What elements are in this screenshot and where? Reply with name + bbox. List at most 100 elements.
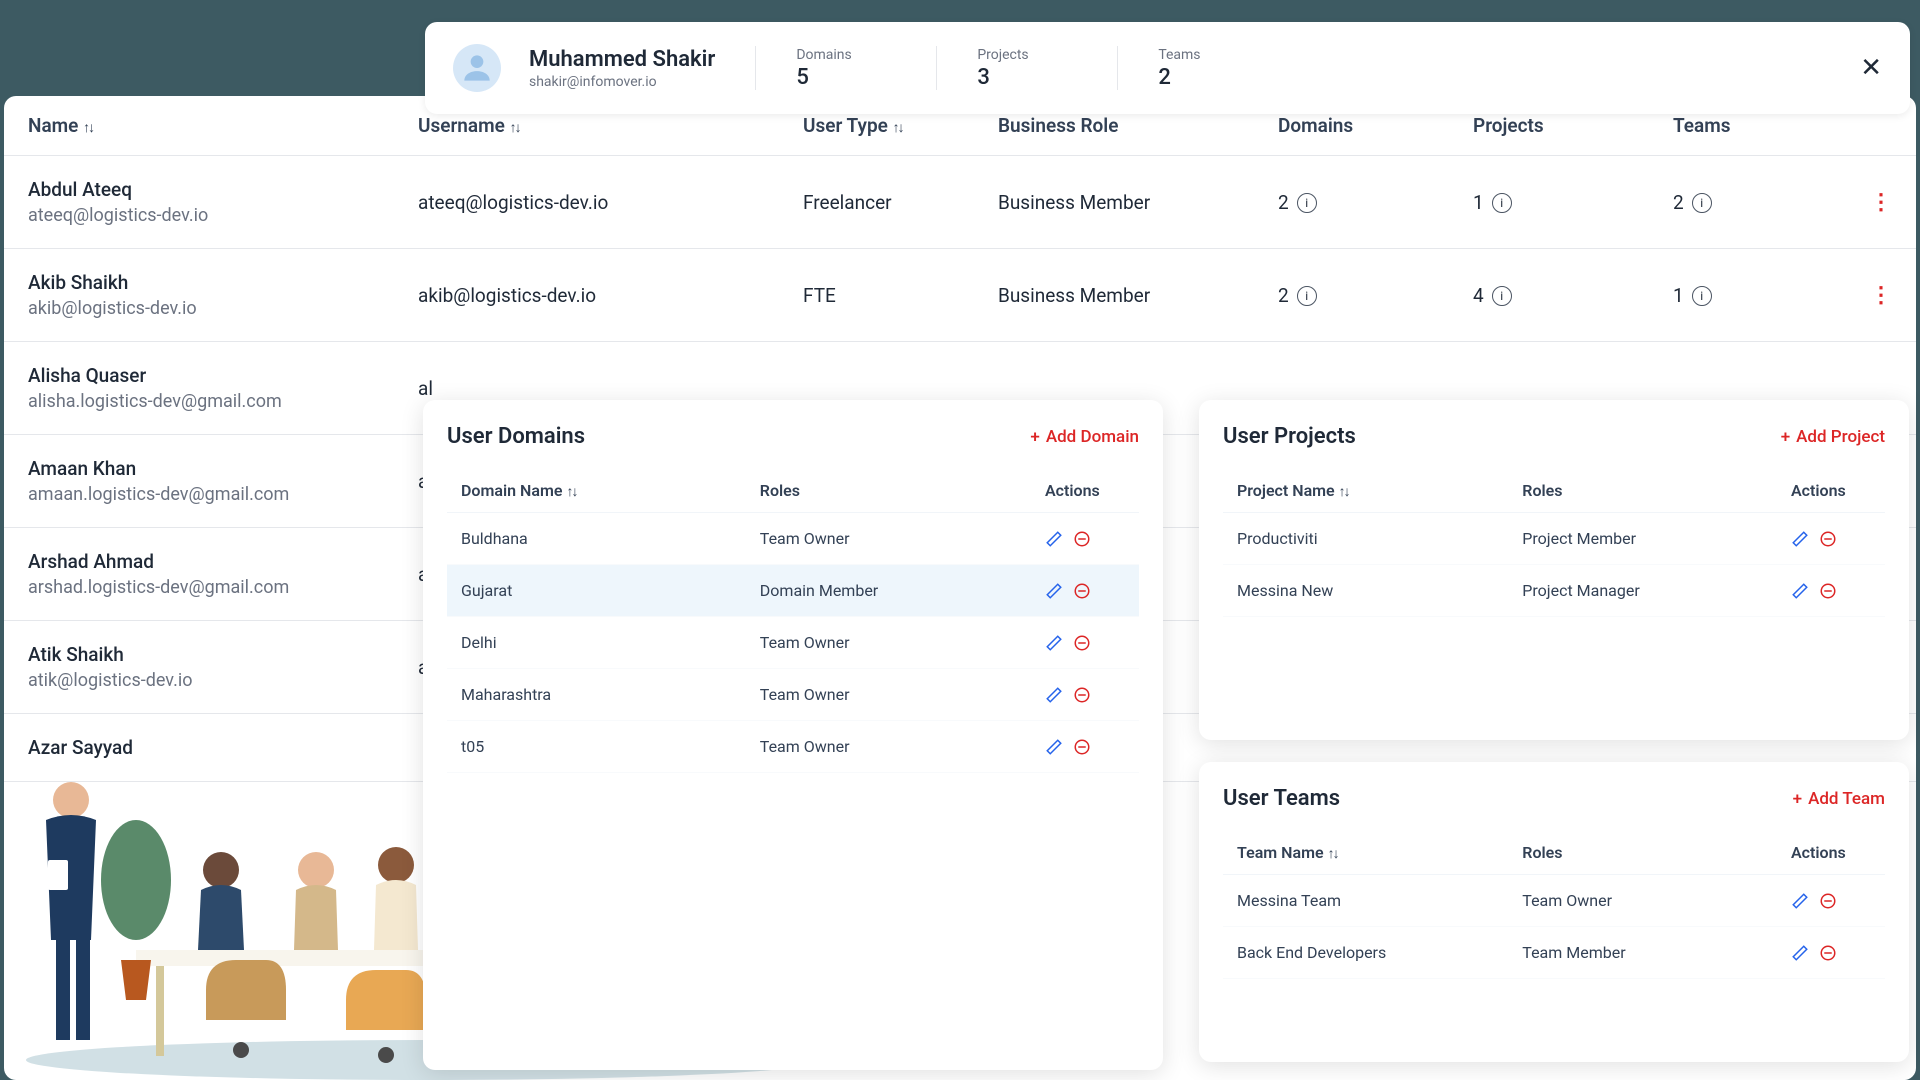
kebab-icon[interactable]: ⋮ [1870,190,1892,215]
panel-row[interactable]: Buldhana Team Owner [447,513,1139,565]
user-detail-header: Muhammed Shakir shakir@infomover.io Doma… [425,22,1910,114]
cell-domains: 2i [1278,284,1473,307]
col-header-name[interactable]: Name ↑↓ [28,114,418,137]
remove-icon[interactable] [1819,530,1837,548]
stat-teams: Teams 2 [1158,47,1258,90]
cell-panel-role: Domain Member [760,581,1045,600]
sort-icon[interactable]: ↑↓ [510,119,520,136]
remove-icon[interactable] [1819,944,1837,962]
add-domain-button[interactable]: + Add Domain [1030,427,1139,447]
cell-panel-role: Team Owner [1522,891,1791,910]
remove-icon[interactable] [1073,738,1091,756]
cell-panel-name: Messina New [1237,581,1522,600]
projects-table-header: Project Name ↑↓ Roles Actions [1223,469,1885,513]
stat-domains: Domains 5 [796,47,896,90]
cell-panel-actions [1791,892,1871,910]
edit-icon[interactable] [1045,582,1063,600]
info-icon[interactable]: i [1492,286,1512,306]
cell-name: Abdul Ateeq ateeq@logistics-dev.io [28,178,418,226]
cell-name: Alisha Quaser alisha.logistics-dev@gmail… [28,364,418,412]
cell-name: Amaan Khan amaan.logistics-dev@gmail.com [28,457,418,505]
cell-panel-name: Messina Team [1237,891,1522,910]
edit-icon[interactable] [1045,634,1063,652]
cell-projects: 1i [1473,191,1673,214]
col-header-usertype[interactable]: User Type ↑↓ [803,114,998,137]
add-project-button[interactable]: + Add Project [1781,427,1885,447]
sort-icon[interactable]: ↑↓ [83,119,93,136]
col-domain-roles: Roles [760,481,1045,500]
cell-name: Arshad Ahmad arshad.logistics-dev@gmail.… [28,550,418,598]
cell-usertype: Freelancer [803,191,998,214]
cell-panel-name: Delhi [461,633,760,652]
panel-row[interactable]: Delhi Team Owner [447,617,1139,669]
remove-icon[interactable] [1073,582,1091,600]
info-icon[interactable]: i [1492,193,1512,213]
user-projects-panel: User Projects + Add Project Project Name… [1199,400,1909,740]
remove-icon[interactable] [1819,582,1837,600]
sort-icon[interactable]: ↑↓ [1328,845,1338,862]
col-domain-actions: Actions [1045,481,1125,500]
col-team-name[interactable]: Team Name ↑↓ [1237,843,1522,862]
col-project-name[interactable]: Project Name ↑↓ [1237,481,1522,500]
cell-panel-role: Team Member [1522,943,1791,962]
col-header-username[interactable]: Username ↑↓ [418,114,803,137]
panel-row[interactable]: t05 Team Owner [447,721,1139,773]
sort-icon[interactable]: ↑↓ [566,483,576,500]
edit-icon[interactable] [1791,892,1809,910]
col-domain-name[interactable]: Domain Name ↑↓ [461,481,760,500]
edit-icon[interactable] [1791,530,1809,548]
remove-icon[interactable] [1819,892,1837,910]
close-icon[interactable]: ✕ [1860,53,1882,83]
panel-row[interactable]: Gujarat Domain Member [447,565,1139,617]
cell-panel-name: Buldhana [461,529,760,548]
sort-icon[interactable]: ↑↓ [893,119,903,136]
remove-icon[interactable] [1073,686,1091,704]
avatar [453,44,501,92]
add-team-button[interactable]: + Add Team [1793,789,1885,809]
cell-panel-name: Maharashtra [461,685,760,704]
kebab-icon[interactable]: ⋮ [1870,283,1892,308]
cell-panel-role: Team Owner [760,737,1045,756]
info-icon[interactable]: i [1692,286,1712,306]
col-project-roles: Roles [1522,481,1791,500]
user-icon [458,49,496,87]
table-row[interactable]: Abdul Ateeq ateeq@logistics-dev.io ateeq… [4,156,1916,249]
panel-title-teams: User Teams [1223,786,1340,811]
remove-icon[interactable] [1073,634,1091,652]
cell-panel-name: Productiviti [1237,529,1522,548]
cell-panel-role: Project Member [1522,529,1791,548]
cell-panel-name: Back End Developers [1237,943,1522,962]
info-icon[interactable]: i [1297,286,1317,306]
panel-row[interactable]: Messina Team Team Owner [1223,875,1885,927]
cell-username: al [418,377,803,400]
edit-icon[interactable] [1791,944,1809,962]
info-icon[interactable]: i [1692,193,1712,213]
domains-table-header: Domain Name ↑↓ Roles Actions [447,469,1139,513]
panel-row[interactable]: Messina New Project Manager [1223,565,1885,617]
edit-icon[interactable] [1045,530,1063,548]
table-row[interactable]: Akib Shaikh akib@logistics-dev.io akib@l… [4,249,1916,342]
cell-panel-actions [1045,530,1125,548]
info-icon[interactable]: i [1297,193,1317,213]
edit-icon[interactable] [1045,686,1063,704]
panel-row[interactable]: Back End Developers Team Member [1223,927,1885,979]
panel-row[interactable]: Maharashtra Team Owner [447,669,1139,721]
user-domains-panel: User Domains + Add Domain Domain Name ↑↓… [423,400,1163,1070]
col-header-domains: Domains [1278,114,1473,137]
cell-name: Akib Shaikh akib@logistics-dev.io [28,271,418,319]
cell-role: Business Member [998,191,1278,214]
cell-panel-name: t05 [461,737,760,756]
cell-role: Business Member [998,284,1278,307]
remove-icon[interactable] [1073,530,1091,548]
cell-panel-actions [1045,582,1125,600]
cell-panel-name: Gujarat [461,581,760,600]
panel-title-domains: User Domains [447,424,585,449]
stat-projects: Projects 3 [977,47,1077,90]
panel-row[interactable]: Productiviti Project Member [1223,513,1885,565]
sort-icon[interactable]: ↑↓ [1339,483,1349,500]
edit-icon[interactable] [1791,582,1809,600]
cell-panel-role: Team Owner [760,529,1045,548]
edit-icon[interactable] [1045,738,1063,756]
teams-table-header: Team Name ↑↓ Roles Actions [1223,831,1885,875]
col-header-actions [1842,114,1892,137]
